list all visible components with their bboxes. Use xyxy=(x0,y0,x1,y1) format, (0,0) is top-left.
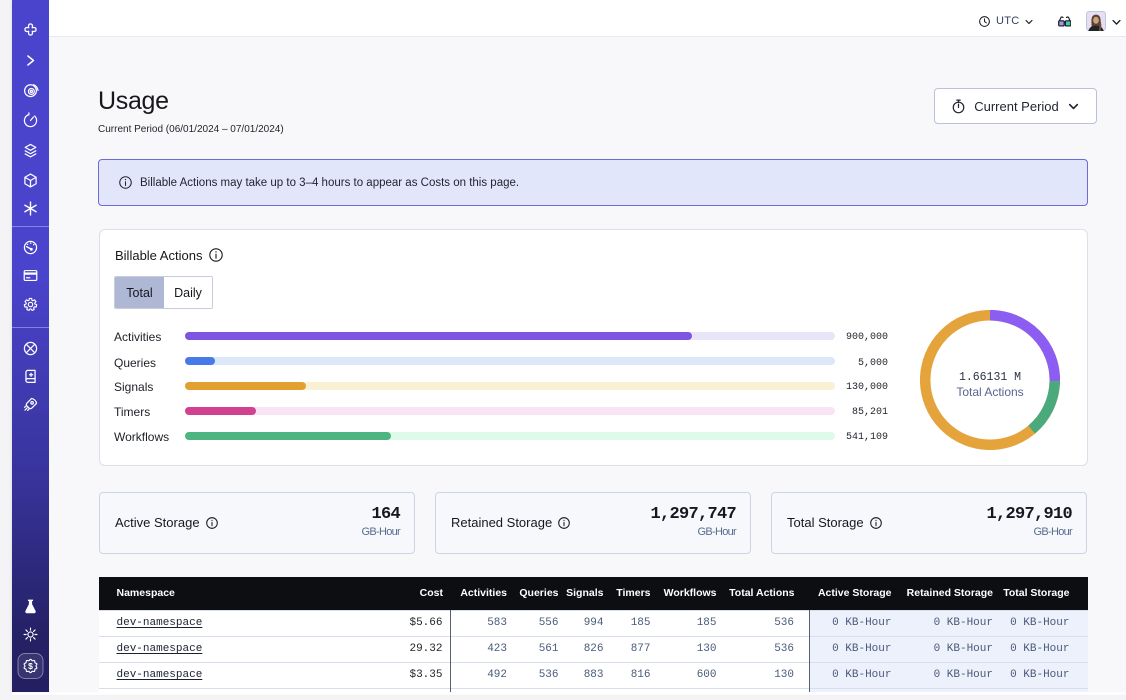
svg-text:$: $ xyxy=(28,661,33,671)
